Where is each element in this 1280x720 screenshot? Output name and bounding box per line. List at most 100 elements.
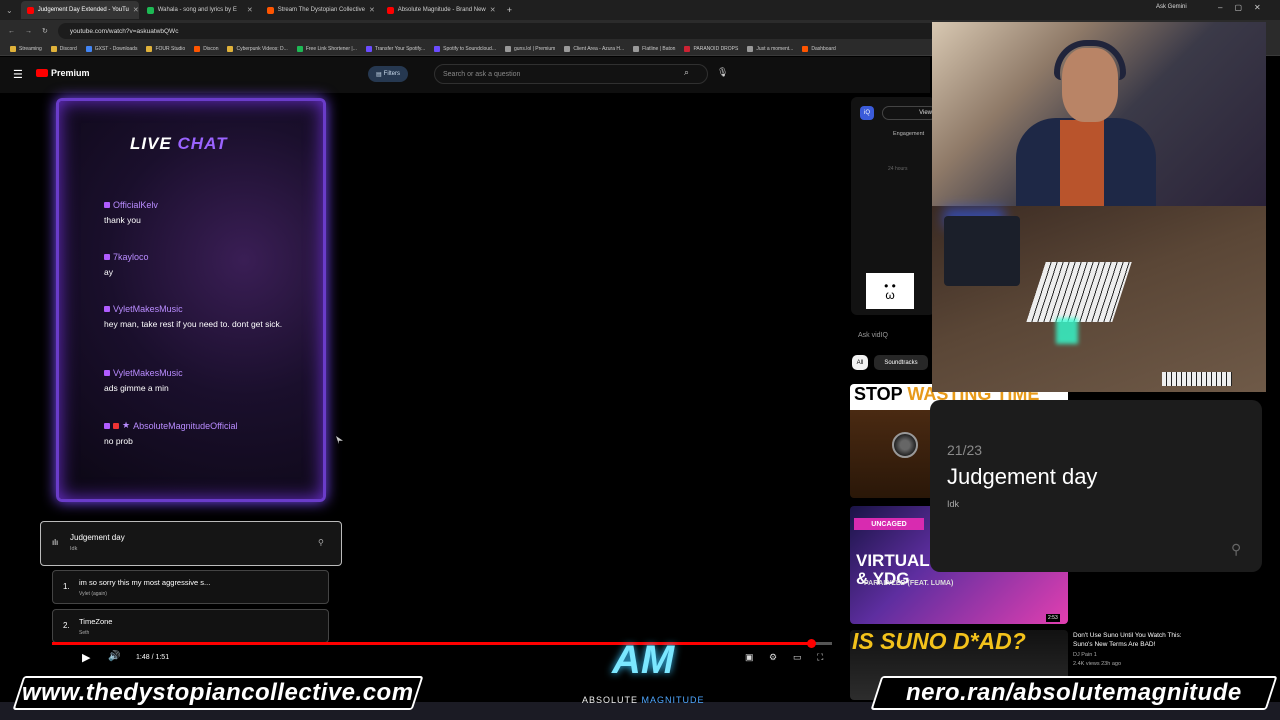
bookmark-label: Free Link Shortener |...	[305, 45, 357, 52]
filters-label: Filters	[383, 71, 400, 77]
bookmark-label: Discord	[59, 45, 77, 52]
bookmark[interactable]: Client Area - Azura H...	[564, 45, 624, 52]
bookmark[interactable]: Spotify to Soundcloud...	[434, 45, 496, 52]
vidiq-logo: iQ	[860, 106, 874, 120]
bookmark-icon	[146, 45, 153, 52]
ask-gemini-button[interactable]: Ask Gemini	[1156, 4, 1187, 10]
absolute-magnitude-wordmark: ABSOLUTE MAGNITUDE	[582, 695, 705, 705]
settings-icon[interactable]: ⚙	[769, 652, 777, 663]
now-playing-item[interactable]	[40, 521, 342, 566]
browser-tab-bar: ⌄ Judgement Day Extended - YouTu ✕ Wahala -…	[0, 0, 1280, 20]
engagement-label: Engagement	[893, 131, 925, 137]
volume-icon[interactable]: 🔊	[108, 651, 120, 662]
badge-icon	[104, 202, 110, 208]
vidiq-view-button[interactable]: View	[882, 106, 937, 120]
theater-icon[interactable]: ▭	[793, 652, 802, 663]
bookmark[interactable]: guns.lol | Premium	[504, 45, 555, 52]
bookmark[interactable]: Just a moment...	[747, 45, 794, 52]
video-title[interactable]: Don't Use Suno Until You Watch This: Sun…	[1073, 631, 1203, 649]
bookmark[interactable]: Flatline | Baton	[633, 45, 675, 52]
bookmark[interactable]: FOUR Studio	[146, 45, 185, 52]
now-playing-artist: Idk	[70, 546, 78, 552]
bookmark-label: Transfer Your Spotify...	[374, 45, 426, 52]
badge-icon	[104, 422, 110, 429]
bookmark-label: Just a moment...	[756, 45, 794, 52]
reload-icon[interactable]: ↻	[42, 27, 48, 35]
video-meta: 2.4K views 23h ago	[1073, 661, 1122, 667]
close-tab-icon[interactable]: ✕	[369, 6, 375, 14]
bookmark-icon	[802, 45, 809, 52]
bookmark[interactable]: Transfer Your Spotify...	[365, 45, 426, 52]
chat-text: no prob	[104, 436, 133, 446]
webcam-gear	[944, 216, 1020, 286]
menu-icon[interactable]: ☰	[13, 68, 23, 81]
close-tab-icon[interactable]: ✕	[133, 6, 139, 14]
chat-text: ads gimme a min	[104, 383, 169, 393]
browser-tab[interactable]: Judgement Day Extended - YouTu ✕	[20, 1, 139, 19]
bookmark[interactable]: Cyberpunk Videos: D...	[227, 45, 288, 52]
forward-icon[interactable]: →	[25, 28, 32, 35]
bookmark-icon	[434, 45, 441, 52]
url-field[interactable]: youtube.com/watch?v=askuatwbQWc	[57, 23, 938, 39]
chat-text: thank you	[104, 215, 141, 225]
premium-label: Premium	[51, 68, 90, 78]
browser-tab[interactable]: Stream The Dystopian Collective ✕	[261, 1, 379, 19]
chip-all[interactable]: All	[852, 355, 868, 370]
chat-message: ★ AbsoluteMagnitudeOfficial no prob	[104, 420, 284, 447]
bookmark[interactable]: Discord	[50, 45, 77, 52]
browser-tab[interactable]: Wahala - song and lyrics by E ✕	[141, 1, 259, 19]
microphone-icon[interactable]: 🎙	[717, 67, 728, 78]
youtube-play-icon	[36, 69, 48, 77]
website-banner: www.thedystopiancollective.com	[12, 676, 424, 710]
bookmark-icon	[747, 45, 754, 52]
bookmark[interactable]: GXST - Downloads	[85, 45, 137, 52]
tab-favicon-icon	[386, 6, 394, 14]
webcam-glow	[1056, 318, 1078, 344]
chat-username: OfficialKelv	[113, 200, 158, 210]
play-icon[interactable]: ▶	[82, 651, 90, 664]
filter-icon: ▤	[375, 71, 382, 78]
chat-message: 7kayloco ay	[104, 252, 284, 278]
now-playing-title: Judgement day	[70, 533, 125, 542]
chat-message: VyletMakesMusic hey man, take rest if yo…	[104, 304, 284, 330]
video-channel[interactable]: DJ Pain 1	[1073, 652, 1097, 658]
new-tab-button[interactable]: +	[499, 5, 512, 15]
time-display: 1:48 / 1:51	[136, 654, 170, 661]
window-controls[interactable]: –▢✕	[1218, 3, 1273, 12]
search-input[interactable]: Search or ask a question	[434, 64, 708, 84]
playlist-track[interactable]: 1. im so sorry this my most aggressive s…	[52, 570, 329, 604]
fullscreen-icon[interactable]: ⛶	[817, 652, 823, 663]
captions-icon[interactable]: ▣	[745, 652, 754, 663]
playlist-track[interactable]: 2. TimeZone Seth	[52, 609, 329, 643]
bookmark-icon	[504, 45, 511, 52]
filters-button[interactable]: ▤ Filters	[368, 66, 408, 82]
tab-label: Judgement Day Extended - YouTu	[37, 7, 129, 13]
back-icon[interactable]: ←	[8, 28, 15, 35]
absolute-magnitude-logo: AM	[612, 638, 675, 682]
tab-label: Absolute Magnitude - Brand New	[397, 7, 486, 13]
close-tab-icon[interactable]: ✕	[247, 6, 253, 14]
bookmark[interactable]: Discon	[194, 45, 218, 52]
track-number: 2.	[63, 621, 70, 630]
track-artist: Vylet (again)	[79, 591, 107, 597]
pin-icon[interactable]: ⚲	[318, 538, 324, 547]
bookmark-icon	[633, 45, 640, 52]
track-title: im so sorry this my most aggressive s...	[79, 578, 211, 587]
close-tab-icon[interactable]: ✕	[490, 6, 496, 14]
bookmark[interactable]: Streaming	[10, 45, 42, 52]
youtube-logo[interactable]: Premium	[36, 68, 90, 78]
chip-soundtracks[interactable]: Soundtracks	[874, 355, 928, 370]
progress-scrubber[interactable]	[806, 639, 816, 648]
thumbnail-text: IS SUNO D*AD?	[852, 628, 1026, 654]
tab-label: Stream The Dystopian Collective	[277, 7, 365, 13]
bookmark[interactable]: Dashboard	[802, 45, 836, 52]
ask-vidiq-input[interactable]: Ask vidIQ	[858, 332, 888, 339]
browser-tab[interactable]: Absolute Magnitude - Brand New ✕	[381, 1, 499, 19]
badge-icon	[104, 254, 110, 260]
bookmark[interactable]: Free Link Shortener |...	[296, 45, 357, 52]
chat-message: OfficialKelv thank you	[104, 200, 284, 226]
bookmark[interactable]: PARANOID DROPS	[684, 45, 738, 52]
tab-list-icon[interactable]: ⌄	[0, 6, 19, 15]
search-icon[interactable]: ⌕	[684, 67, 689, 78]
tab-label: Wahala - song and lyrics by E	[157, 7, 237, 13]
